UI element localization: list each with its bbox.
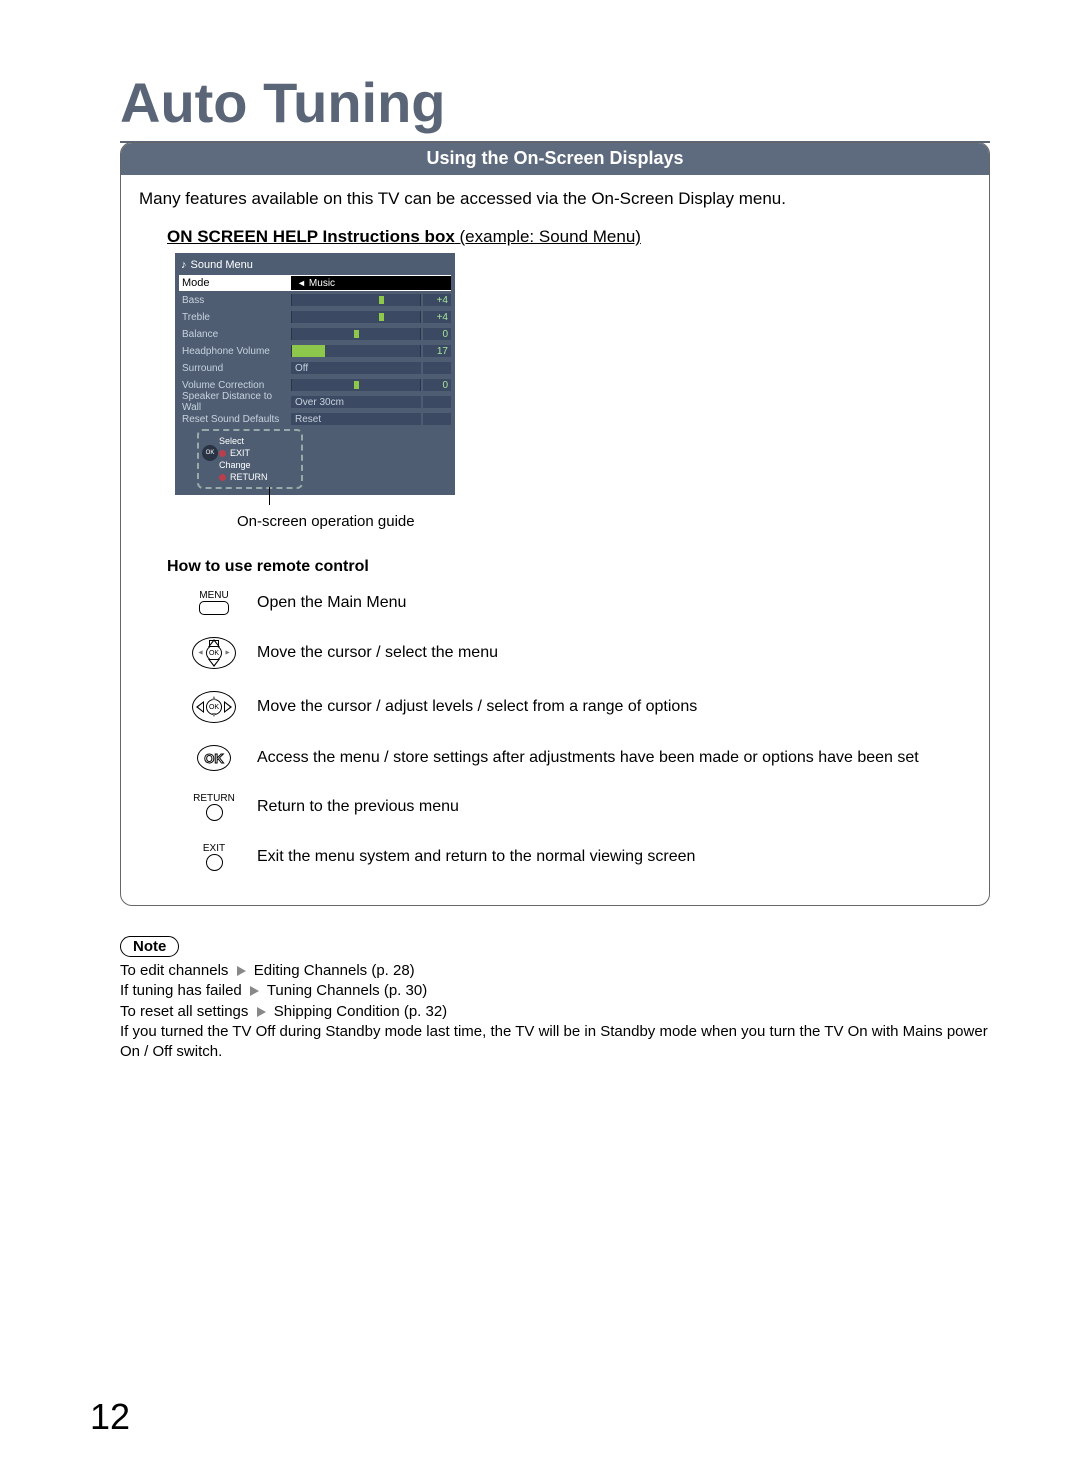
slider-track	[291, 294, 421, 306]
remote-row-ok: OK Access the menu / store settings afte…	[193, 745, 971, 771]
osd-row-surround: Surround Off	[179, 360, 451, 376]
helpbox-title-bold: ON SCREEN HELP Instructions box	[167, 227, 455, 246]
osd-row-bass: Bass +4	[179, 292, 451, 308]
osd-value: +4	[423, 311, 451, 323]
remote-row-exit: EXIT Exit the menu system and return to …	[193, 843, 971, 871]
remote-desc: Access the menu / store settings after a…	[257, 749, 919, 767]
red-dot-icon	[219, 474, 226, 481]
oval-nav-icon: OK ▲ ▼	[192, 691, 236, 723]
osd-row-distance: Speaker Distance to Wall Over 30cm	[179, 394, 451, 410]
nav-leftright-icon: OK ▲ ▼	[193, 691, 235, 723]
remote-row-menu: MENU Open the Main Menu	[193, 590, 971, 615]
osd-empty	[423, 362, 451, 374]
rect-button-icon	[199, 601, 229, 615]
osd-mode-value: ◄Music	[291, 276, 451, 290]
panel-header: Using the On-Screen Displays	[121, 143, 989, 175]
nav-updown-icon: OK ◄ ►	[193, 637, 235, 669]
slider-track	[291, 345, 421, 357]
circle-button-icon	[206, 804, 223, 821]
oval-nav-icon: OK ◄ ►	[192, 637, 236, 669]
icon-label: EXIT	[203, 843, 225, 854]
remote-row-updown: OK ◄ ► Move the cursor / select the menu	[193, 637, 971, 669]
helpbox-title: ON SCREEN HELP Instructions box (example…	[167, 227, 971, 247]
arrow-icon	[250, 986, 259, 996]
red-dot-icon	[219, 450, 226, 457]
note-badge: Note	[120, 936, 179, 957]
leader-line	[269, 487, 270, 505]
osd-row-balance: Balance 0	[179, 326, 451, 342]
osd-row-reset: Reset Sound Defaults Reset	[179, 411, 451, 427]
note-line-3a: To reset all settings	[120, 1003, 253, 1020]
slider-track	[291, 379, 421, 391]
osd-title: Sound Menu	[191, 259, 253, 271]
note-line-1b: Editing Channels (p. 28)	[250, 962, 415, 979]
helpbox-title-rest: (example: Sound Menu)	[455, 227, 641, 246]
remote-desc: Return to the previous menu	[257, 798, 459, 816]
osd-help-callout: OK Select EXIT Change RETURN	[197, 429, 303, 489]
remote-desc: Move the cursor / select the menu	[257, 644, 498, 662]
note-line-2a: If tuning has failed	[120, 982, 246, 999]
callout-return: RETURN	[230, 472, 268, 482]
ok-ring-icon: OK	[197, 745, 231, 771]
osd-row-mode: Mode ◄Music	[179, 275, 451, 291]
osd-label: Treble	[179, 312, 291, 323]
intro-text: Many features available on this TV can b…	[139, 189, 971, 209]
callout-select: Select	[219, 436, 244, 446]
icon-label: RETURN	[193, 793, 235, 804]
remote-list: MENU Open the Main Menu OK	[193, 590, 971, 871]
page-title: Auto Tuning	[120, 70, 990, 135]
remote-desc: Move the cursor / adjust levels / select…	[257, 698, 697, 716]
main-panel: Using the On-Screen Displays Many featur…	[120, 142, 990, 906]
osd-value: 0	[423, 328, 451, 340]
osd-label: Volume Correction	[179, 380, 291, 391]
page-number: 12	[90, 1396, 130, 1438]
osd-value: 0	[423, 379, 451, 391]
remote-heading: How to use remote control	[167, 558, 971, 576]
note-section: Note To edit channels Editing Channels (…	[120, 936, 990, 1062]
remote-row-leftright: OK ▲ ▼ Move the cursor / adjust levels /…	[193, 691, 971, 723]
note-body: To edit channels Editing Channels (p. 28…	[120, 961, 990, 1062]
remote-row-return: RETURN Return to the previous menu	[193, 793, 971, 821]
osd-caption: On-screen operation guide	[237, 513, 971, 530]
osd-empty	[423, 396, 451, 408]
ok-button-icon: OK	[193, 745, 235, 771]
osd-label: Reset Sound Defaults	[179, 414, 291, 425]
exit-button-icon: EXIT	[193, 843, 235, 871]
arrow-icon	[257, 1007, 266, 1017]
osd-row-headphone: Headphone Volume 17	[179, 343, 451, 359]
icon-label: MENU	[199, 590, 228, 601]
osd-value: 17	[423, 345, 451, 357]
osd-textval: Reset	[291, 413, 421, 425]
ok-text: OK	[204, 751, 224, 766]
osd-value: +4	[423, 294, 451, 306]
circle-button-icon	[206, 854, 223, 871]
osd-empty	[423, 413, 451, 425]
callout-exit: EXIT	[230, 448, 250, 458]
osd-panel: ♪ Sound Menu Mode ◄Music Bass +4 Treble …	[175, 253, 455, 495]
osd-label: Surround	[179, 363, 291, 374]
osd-mode-label: Mode	[179, 277, 291, 289]
osd-label: Balance	[179, 329, 291, 340]
remote-desc: Open the Main Menu	[257, 594, 406, 612]
remote-desc: Exit the menu system and return to the n…	[257, 848, 695, 866]
slider-track	[291, 311, 421, 323]
return-button-icon: RETURN	[193, 793, 235, 821]
osd-label: Speaker Distance to Wall	[179, 391, 291, 413]
osd-textval: Off	[291, 362, 421, 374]
note-line-2b: Tuning Channels (p. 30)	[263, 982, 427, 999]
arrow-icon	[237, 966, 246, 976]
note-line-3b: Shipping Condition (p. 32)	[270, 1003, 448, 1020]
osd-row-treble: Treble +4	[179, 309, 451, 325]
note-line-1a: To edit channels	[120, 962, 233, 979]
note-line-4: If you turned the TV Off during Standby …	[120, 1023, 988, 1060]
osd-label: Headphone Volume	[179, 346, 291, 357]
osd-textval: Over 30cm	[291, 396, 421, 408]
nav-ok-icon: OK	[202, 445, 218, 461]
menu-button-icon: MENU	[193, 590, 235, 615]
music-note-icon: ♪	[181, 259, 187, 271]
callout-change: Change	[219, 460, 251, 470]
osd-label: Bass	[179, 295, 291, 306]
osd-titlebar: ♪ Sound Menu	[179, 257, 451, 275]
slider-track	[291, 328, 421, 340]
